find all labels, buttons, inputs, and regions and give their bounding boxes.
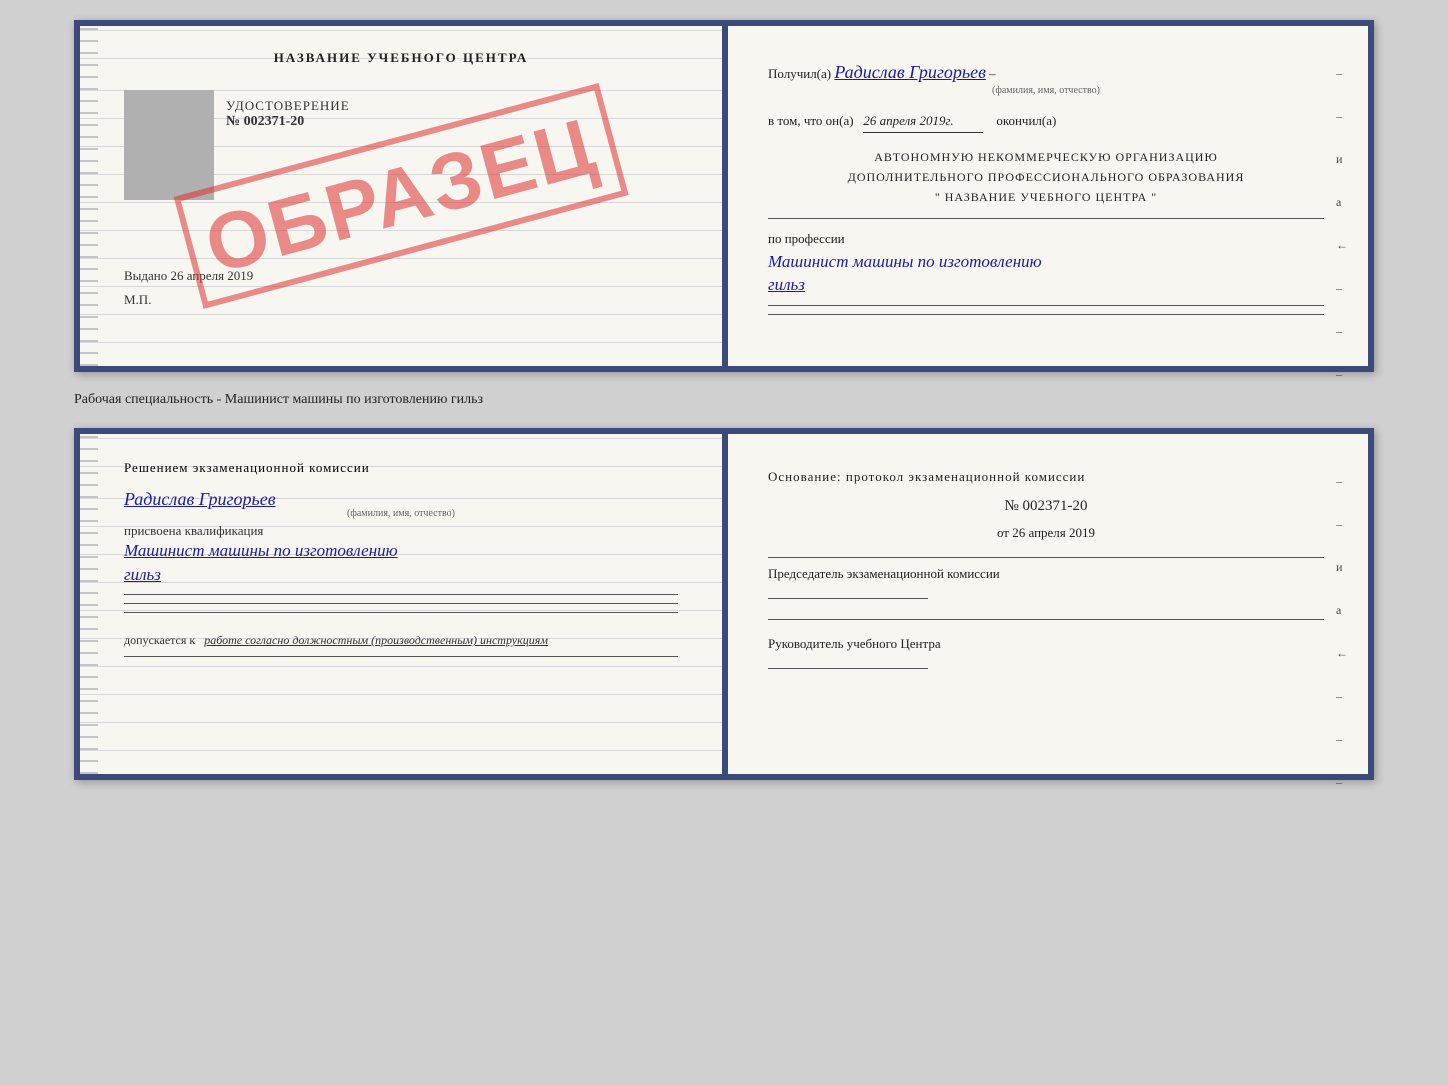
predsedatel-label: Председатель экзаменационной комиссии (768, 566, 1324, 582)
prisvoena-line: присвоена квалификация (124, 523, 678, 539)
bmark-arrow: ← (1336, 646, 1348, 661)
dash-after-name: – (989, 66, 996, 81)
dash-2: – (1336, 109, 1348, 124)
udostoverenie-label: УДОСТОВЕРЕНИЕ (226, 98, 350, 114)
dopusk-prefix: допускается к (124, 633, 195, 647)
binding-lines-left (80, 26, 98, 366)
mark-arrow: ← (1336, 238, 1348, 253)
bottom-left-content: Решением экзаменационной комиссии Радисл… (104, 458, 698, 657)
po-professii-label: по профессии (768, 229, 1324, 250)
rukovoditel-label: Руководитель учебного Центра (768, 636, 1324, 652)
caption-line: Рабочая специальность - Машинист машины … (74, 388, 1374, 412)
divider-1 (768, 218, 1324, 219)
top-right-content: Получил(а) Радислав Григорьев – (фамилия… (748, 50, 1344, 331)
osnov-prefix: Основание: протокол экзаменационной коми… (768, 469, 1085, 484)
predsedatel-block: Председатель экзаменационной комиссии (768, 566, 1324, 603)
fio-hint-top: (фамилия, имя, отчество) (768, 83, 1324, 99)
recipient-name-bottom: Радислав Григорьев (124, 489, 678, 510)
dash-3: – (1336, 281, 1348, 296)
recipient-name-top: Радислав Григорьев (834, 62, 986, 82)
vydano-line: Выдано 26 апреля 2019 (124, 268, 678, 284)
top-right-panel: Получил(а) Радислав Григорьев – (фамилия… (724, 26, 1368, 366)
vtom-line: в том, что он(а) 26 апреля 2019г. окончи… (768, 111, 1324, 133)
vydano-text: Выдано (124, 268, 167, 283)
mp-label: М.П. (124, 292, 678, 308)
bdash-1: – (1336, 474, 1348, 489)
divider-bottom-4 (124, 656, 678, 657)
mark-a: а (1336, 195, 1348, 210)
org-line2: ДОПОЛНИТЕЛЬНОГО ПРОФЕССИОНАЛЬНОГО ОБРАЗО… (768, 167, 1324, 187)
binding-lines-bottom-left (80, 434, 98, 774)
ot-prefix: от (997, 525, 1009, 540)
divider-right-2 (768, 619, 1324, 620)
vtom-prefix: в том, что он(а) (768, 113, 854, 128)
vtom-date: 26 апреля 2019г. (863, 111, 983, 133)
dopuskaetsya-line: допускается к работе согласно должностны… (124, 633, 678, 648)
predsedatel-signature-line (768, 598, 928, 599)
bdash-5: – (1336, 775, 1348, 790)
poluchil-line: Получил(а) Радислав Григорьев – (фамилия… (768, 58, 1324, 99)
ot-date-value: 26 апреля 2019 (1012, 525, 1095, 540)
bdash-3: – (1336, 689, 1348, 704)
udost-number: № 002371-20 (226, 114, 350, 130)
page-container: НАЗВАНИЕ УЧЕБНОГО ЦЕНТРА УДОСТОВЕРЕНИЕ №… (20, 20, 1428, 780)
divider-3 (768, 314, 1324, 315)
org-line3: " НАЗВАНИЕ УЧЕБНОГО ЦЕНТРА " (768, 187, 1324, 207)
divider-bottom-2 (124, 603, 678, 604)
dopusk-text: работе согласно должностным (производств… (204, 633, 548, 647)
bottom-left-panel: Решением экзаменационной комиссии Радисл… (80, 434, 724, 774)
bmark-i: и (1336, 560, 1348, 575)
profession-block: по профессии Машинист машины по изготовл… (768, 229, 1324, 297)
bdash-2: – (1336, 517, 1348, 532)
kvali-line2: гильз (124, 563, 678, 587)
kvali-line1: Машинист машины по изготовлению (124, 539, 678, 563)
poluchil-prefix: Получил(а) (768, 66, 831, 81)
org-line1: АВТОНОМНУЮ НЕКОММЕРЧЕСКУЮ ОРГАНИЗАЦИЮ (768, 147, 1324, 167)
uch-center-title: НАЗВАНИЕ УЧЕБНОГО ЦЕНТРА (124, 50, 678, 66)
divider-2 (768, 305, 1324, 306)
rukovoditel-signature-line (768, 668, 928, 669)
ot-date-line: от 26 апреля 2019 (768, 525, 1324, 541)
protocol-number: № 002371-20 (768, 498, 1324, 515)
vydano-date: 26 апреля 2019 (171, 268, 254, 283)
okonchil-text: окончил(а) (996, 113, 1056, 128)
side-marks-bottom: – – и а ← – – – (1336, 474, 1348, 790)
mark-i: и (1336, 152, 1348, 167)
bottom-right-panel: Основание: протокол экзаменационной коми… (724, 434, 1368, 774)
divider-bottom-3 (124, 612, 678, 613)
top-left-panel: НАЗВАНИЕ УЧЕБНОГО ЦЕНТРА УДОСТОВЕРЕНИЕ №… (80, 26, 724, 366)
top-left-content: НАЗВАНИЕ УЧЕБНОГО ЦЕНТРА УДОСТОВЕРЕНИЕ №… (104, 50, 698, 308)
org-block: АВТОНОМНУЮ НЕКОММЕРЧЕСКУЮ ОРГАНИЗАЦИЮ ДО… (768, 147, 1324, 208)
resheniem-line: Решением экзаменационной комиссии (124, 458, 678, 479)
bottom-certificate-book: Решением экзаменационной комиссии Радисл… (74, 428, 1374, 780)
bdash-4: – (1336, 732, 1348, 747)
dash-5: – (1336, 367, 1348, 382)
bottom-right-content: Основание: протокол экзаменационной коми… (748, 458, 1344, 681)
photo-placeholder (124, 90, 214, 200)
dash-4: – (1336, 324, 1348, 339)
divider-right-1 (768, 557, 1324, 558)
dash-1: – (1336, 66, 1348, 81)
profession-text-line2: гильз (768, 273, 1324, 297)
bmark-a: а (1336, 603, 1348, 618)
side-marks-top: – – и а ← – – – (1336, 66, 1348, 382)
profession-text-line1: Машинист машины по изготовлению (768, 250, 1324, 274)
divider-bottom-1 (124, 594, 678, 595)
osnov-block: Основание: протокол экзаменационной коми… (768, 466, 1324, 488)
rukovoditel-block: Руководитель учебного Центра (768, 636, 1324, 673)
top-certificate-book: НАЗВАНИЕ УЧЕБНОГО ЦЕНТРА УДОСТОВЕРЕНИЕ №… (74, 20, 1374, 372)
